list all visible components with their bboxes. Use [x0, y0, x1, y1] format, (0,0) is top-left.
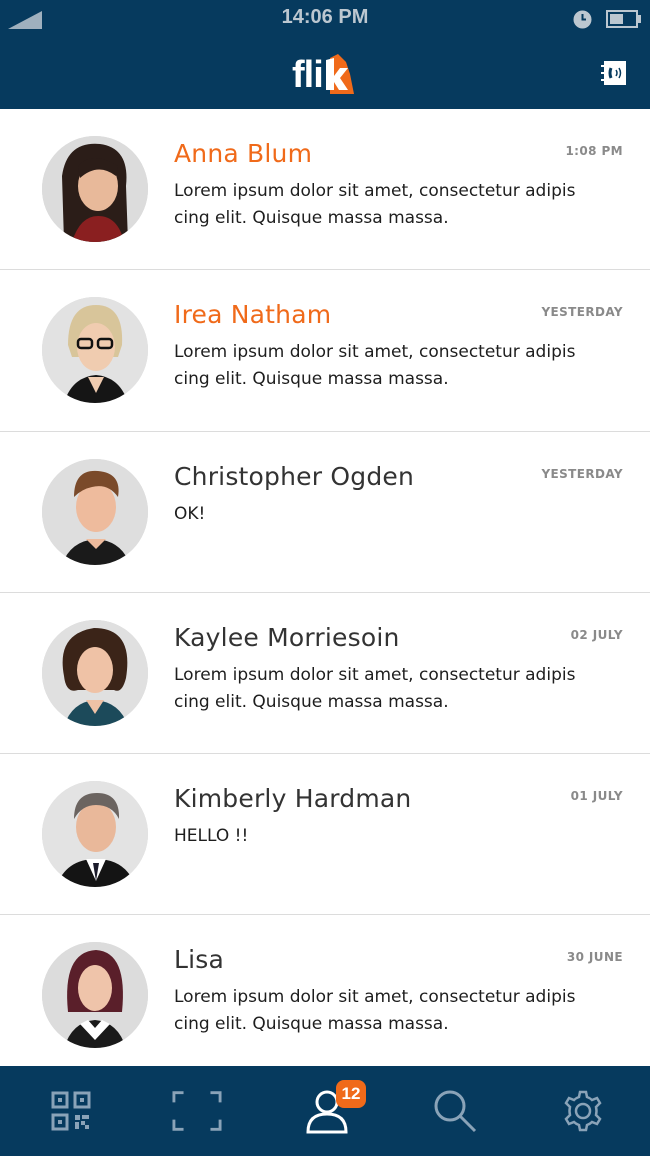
contact-name: Kimberly Hardman [174, 784, 412, 814]
message-time: 02 JULY [570, 627, 623, 642]
avatar [42, 458, 148, 565]
tab-qr-code[interactable] [46, 1086, 96, 1136]
message-preview: OK! [174, 503, 206, 524]
contact-name: Lisa [174, 945, 225, 975]
conversation-item[interactable]: Christopher Ogden YESTERDAY OK! [0, 431, 650, 593]
tab-scan[interactable] [172, 1086, 222, 1136]
clock-icon [573, 10, 592, 29]
search-icon [434, 1090, 477, 1133]
tab-settings[interactable] [558, 1086, 608, 1136]
message-time: 01 JULY [570, 789, 623, 804]
app-logo: fli [292, 50, 354, 94]
contact-name: Anna Blum [174, 139, 313, 168]
conversation-item[interactable]: Kimberly Hardman 01 JULY HELLO !! [0, 754, 650, 916]
conversation-item[interactable]: Lisa 30 JUNE Lorem ipsum dolor sit amet,… [0, 915, 650, 1077]
battery-icon [606, 10, 641, 28]
message-preview: HELLO !! [174, 826, 249, 847]
conversation-item[interactable]: Irea Natham YESTERDAY Lorem ipsum dolor … [0, 270, 650, 432]
qr-code-icon [51, 1091, 91, 1131]
status-time: 14:06 PM [281, 6, 369, 28]
message-preview: Lorem ipsum dolor sit amet, consectetur … [174, 987, 576, 1035]
conversation-list: Anna Blum 1:08 PM Lorem ipsum dolor sit … [0, 109, 650, 1077]
contact-name: Irea Natham [174, 300, 332, 330]
scan-frame-icon [172, 1091, 222, 1131]
message-time: 1:08 PM [565, 144, 623, 158]
message-preview: Lorem ipsum dolor sit amet, consectetur … [174, 181, 576, 228]
logo-text: fli [292, 54, 324, 96]
contact-name: Christopher Ogden [174, 461, 415, 491]
message-preview: Lorem ipsum dolor sit amet, consectetur … [174, 342, 576, 390]
conversation-item[interactable]: Anna Blum 1:08 PM Lorem ipsum dolor sit … [0, 109, 650, 271]
avatar [42, 297, 148, 404]
message-time: YESTERDAY [541, 466, 623, 481]
avatar [42, 136, 148, 242]
tab-search[interactable] [430, 1086, 480, 1136]
phone-contact-icon[interactable] [601, 60, 627, 86]
avatar [42, 619, 148, 726]
contacts-badge: 12 [336, 1080, 366, 1108]
avatar [42, 942, 148, 1049]
settings-gear-icon [564, 1090, 602, 1132]
conversation-item[interactable]: Kaylee Morriesoin 02 JULY Lorem ipsum do… [0, 592, 650, 755]
contact-name: Kaylee Morriesoin [174, 622, 400, 652]
message-time: YESTERDAY [541, 305, 623, 320]
bottom-tab-bar: 12 [0, 1066, 650, 1156]
avatar [42, 781, 148, 888]
message-time: 30 JUNE [566, 950, 623, 965]
app-header: 14:06 PM fli [0, 0, 650, 109]
logo-k-mark [324, 54, 354, 94]
message-preview: Lorem ipsum dolor sit amet, consectetur … [174, 664, 576, 712]
